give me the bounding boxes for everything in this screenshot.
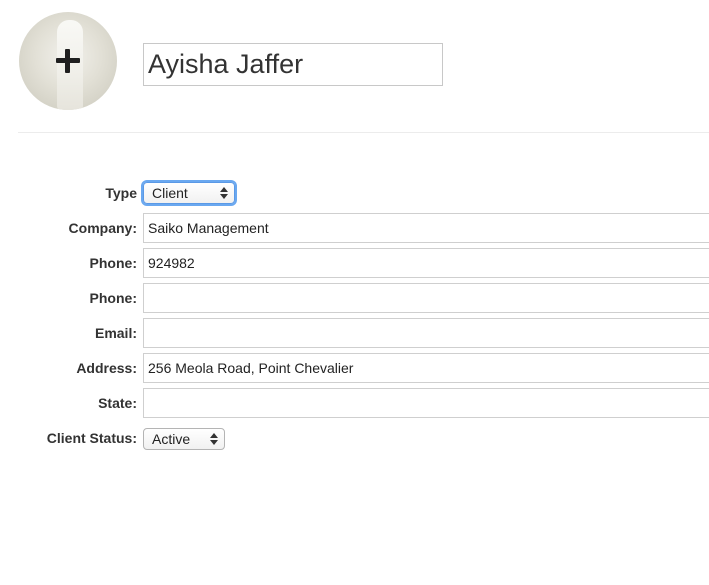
address-input[interactable] [143, 353, 709, 383]
email-label: Email: [94, 325, 137, 341]
phone-input-1[interactable] [143, 248, 709, 278]
phone-label-2: Phone: [89, 290, 137, 306]
state-label: State: [98, 395, 137, 411]
type-select-value: Client [152, 185, 188, 201]
phone-label: Phone: [89, 255, 137, 271]
client-status-select[interactable]: Active [143, 428, 225, 450]
client-status-row: Client Status: Active [0, 423, 709, 453]
type-select[interactable]: Client [143, 182, 235, 204]
company-input[interactable] [143, 213, 709, 243]
phone-input-2[interactable] [143, 283, 709, 313]
email-row: Email: [0, 318, 709, 348]
plus-icon [55, 48, 81, 74]
contact-header [0, 0, 709, 132]
company-row: Company: [0, 213, 709, 243]
select-arrows-icon [210, 432, 218, 446]
avatar-upload[interactable] [19, 12, 117, 110]
address-row: Address: [0, 353, 709, 383]
state-input[interactable] [143, 388, 709, 418]
email-input[interactable] [143, 318, 709, 348]
type-row: Type Client [0, 178, 709, 208]
company-label: Company: [68, 220, 137, 236]
client-status-label: Client Status: [46, 430, 137, 446]
select-arrows-icon [220, 186, 228, 200]
contact-name-input[interactable] [143, 43, 443, 86]
address-label: Address: [76, 360, 137, 376]
phone-row-1: Phone: [0, 248, 709, 278]
type-label: Type [105, 185, 137, 201]
phone-row-2: Phone: [0, 283, 709, 313]
header-divider [18, 132, 709, 133]
state-row: State: [0, 388, 709, 418]
client-status-value: Active [152, 431, 191, 447]
